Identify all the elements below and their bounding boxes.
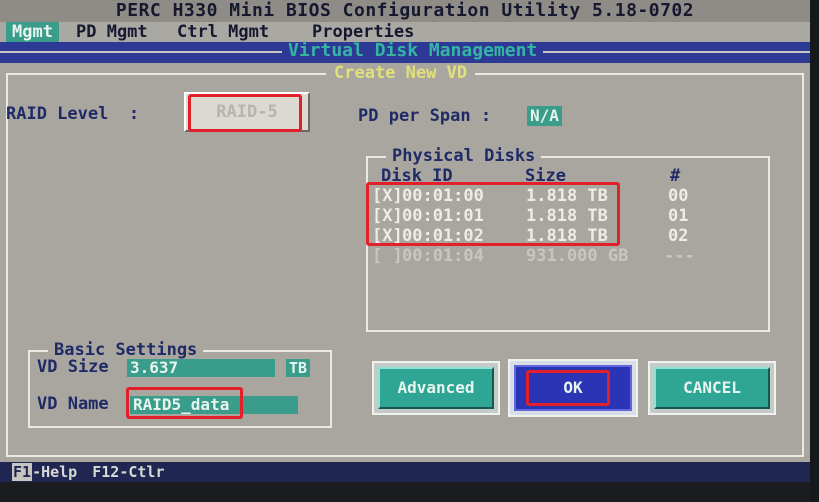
status-bar: F1-Help F12-Ctlr: [0, 462, 810, 482]
menu-item-ctrl-mgmt[interactable]: Ctrl Mgmt: [171, 22, 275, 42]
disk-id: 00:01:01: [402, 206, 484, 226]
disk-checkbox[interactable]: [ ]: [372, 246, 403, 266]
disk-row[interactable]: [X] 00:01:00 1.818 TB 00: [372, 186, 688, 206]
title-bar: PERC H330 Mini BIOS Configuration Utilit…: [0, 0, 810, 22]
cancel-button[interactable]: CANCEL: [654, 367, 770, 409]
help-key: F1: [12, 463, 33, 481]
dialog-title: Create New VD: [326, 64, 476, 82]
ok-button[interactable]: OK: [514, 365, 632, 411]
physical-disks-title: Physical Disks: [386, 147, 542, 165]
disk-number: 00: [668, 186, 689, 206]
disk-checkbox[interactable]: [X]: [372, 206, 403, 226]
disk-number: 02: [668, 226, 689, 246]
size-header: Size: [525, 166, 566, 186]
disk-size: 931.000 GB: [526, 246, 629, 266]
vd-name-field[interactable]: RAID5_data: [130, 396, 298, 414]
disk-size: 1.818 TB: [526, 186, 608, 206]
raid-level-select[interactable]: RAID-5: [184, 92, 310, 132]
menu-item-pd-mgmt[interactable]: PD Mgmt: [70, 22, 154, 42]
vd-size-label: VD Size: [37, 357, 109, 377]
disk-row[interactable]: [ ] 00:01:04 931.000 GB ---: [372, 246, 695, 266]
disk-row[interactable]: [X] 00:01:01 1.818 TB 01: [372, 206, 688, 226]
disk-row[interactable]: [X] 00:01:02 1.818 TB 02: [372, 226, 688, 246]
vd-name-label: VD Name: [37, 394, 109, 414]
number-header: #: [670, 166, 681, 186]
disk-id-header: Disk ID: [381, 166, 453, 186]
monitor-edge: [810, 0, 819, 502]
menu-item-properties[interactable]: Properties: [306, 22, 420, 42]
monitor-bezel: [0, 482, 819, 502]
vd-size-unit: TB: [286, 359, 311, 377]
disk-id: 00:01:00: [402, 186, 484, 206]
bios-screen: PERC H330 Mini BIOS Configuration Utilit…: [0, 0, 810, 466]
pd-per-span-label: PD per Span :: [358, 106, 492, 126]
ctrl-key: F12: [92, 463, 120, 481]
advanced-button[interactable]: Advanced: [378, 367, 494, 409]
disk-size: 1.818 TB: [526, 206, 608, 226]
disk-number: 01: [668, 206, 689, 226]
help-text: -Help: [32, 463, 78, 481]
vd-size-field[interactable]: 3.637: [127, 359, 275, 377]
pd-per-span-value[interactable]: N/A: [527, 106, 562, 126]
disk-number: ---: [664, 246, 695, 266]
disk-id: 00:01:04: [402, 246, 484, 266]
disk-checkbox[interactable]: [X]: [372, 186, 403, 206]
raid-level-label: RAID Level :: [6, 104, 140, 124]
raid-level-value: RAID-5: [216, 102, 278, 122]
disk-checkbox[interactable]: [X]: [372, 226, 403, 246]
disk-id: 00:01:02: [402, 226, 484, 246]
section-title: Virtual Disk Management: [282, 42, 544, 60]
disk-size: 1.818 TB: [526, 226, 608, 246]
menu-bar: Mgmt PD Mgmt Ctrl Mgmt Properties: [0, 22, 810, 42]
menu-item-mgmt[interactable]: Mgmt: [6, 22, 59, 42]
ctrl-text: -Ctlr: [119, 463, 165, 481]
